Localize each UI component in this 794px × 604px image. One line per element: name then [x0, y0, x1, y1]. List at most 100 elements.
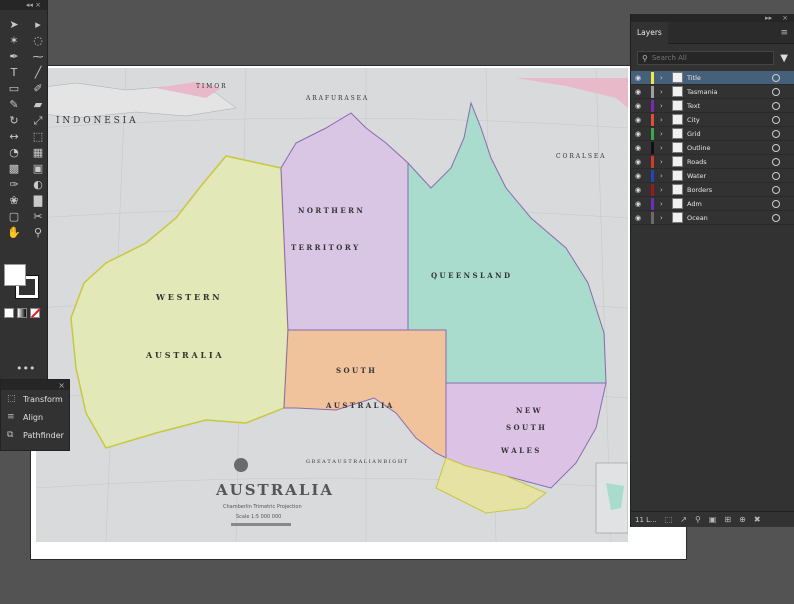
rectangle-icon[interactable]: ▭	[4, 80, 24, 96]
layer-name[interactable]: Borders	[687, 186, 772, 194]
target-circle-icon[interactable]	[772, 101, 780, 110]
eraser-icon[interactable]: ▰	[28, 96, 48, 112]
new-sublayer-icon[interactable]: ⊞	[724, 515, 731, 524]
chevron-right-icon[interactable]: ›	[660, 74, 668, 82]
target-circle-icon[interactable]	[772, 115, 780, 124]
chevron-right-icon[interactable]: ›	[660, 172, 668, 180]
visibility-eye-icon[interactable]: ◉	[631, 88, 645, 96]
clipping-mask-icon[interactable]: ▣	[709, 515, 717, 524]
direct-selection-icon[interactable]: ▸	[28, 16, 48, 32]
column-graph-icon[interactable]: ▇	[28, 192, 48, 208]
target-circle-icon[interactable]	[772, 171, 780, 180]
layer-name[interactable]: Title	[687, 74, 772, 82]
magic-wand-icon[interactable]: ✶	[4, 32, 24, 48]
chevron-right-icon[interactable]: ›	[660, 102, 668, 110]
hand-icon[interactable]: ✋	[4, 224, 24, 240]
layer-name[interactable]: Text	[687, 102, 772, 110]
layer-name[interactable]: City	[687, 116, 772, 124]
mini-panel-header[interactable]: ×	[1, 380, 69, 390]
target-circle-icon[interactable]	[772, 143, 780, 152]
visibility-eye-icon[interactable]: ◉	[631, 214, 645, 222]
layer-row[interactable]: ◉ › Outline	[631, 141, 794, 155]
delete-layer-icon[interactable]: ✖	[754, 515, 761, 524]
transform-panel-button[interactable]: ⬚ Transform	[1, 390, 69, 408]
symbol-sprayer-icon[interactable]: ❀	[4, 192, 24, 208]
artboard-icon[interactable]: ▢	[4, 208, 24, 224]
tools-panel-header[interactable]: ◂◂ ×	[0, 0, 47, 10]
layers-search-box[interactable]: ⚲	[637, 51, 775, 65]
visibility-eye-icon[interactable]: ◉	[631, 130, 645, 138]
layer-row[interactable]: ◉ › Adm	[631, 197, 794, 211]
layer-row[interactable]: ◉ › Text	[631, 99, 794, 113]
layer-name[interactable]: Outline	[687, 144, 772, 152]
layer-name[interactable]: Tasmania	[687, 88, 772, 96]
layer-name[interactable]: Roads	[687, 158, 772, 166]
target-circle-icon[interactable]	[772, 213, 780, 222]
shaper-icon[interactable]: ✎	[4, 96, 24, 112]
chevron-right-icon[interactable]: ›	[660, 88, 668, 96]
visibility-eye-icon[interactable]: ◉	[631, 186, 645, 194]
search-layer-icon[interactable]: ⚲	[695, 515, 701, 524]
panel-menu-icon[interactable]: ≡	[780, 28, 788, 38]
layer-name[interactable]: Adm	[687, 200, 772, 208]
layer-row[interactable]: ◉ › Title	[631, 71, 794, 85]
layer-name[interactable]: Water	[687, 172, 772, 180]
chevron-right-icon[interactable]: ›	[660, 144, 668, 152]
paintbrush-icon[interactable]: ✐	[28, 80, 48, 96]
scale-icon[interactable]: ⤢	[28, 112, 48, 128]
pathfinder-panel-button[interactable]: ⧉ Pathfinder	[1, 426, 69, 444]
visibility-eye-icon[interactable]: ◉	[631, 172, 645, 180]
collapse-icon[interactable]: ▸▸	[765, 14, 772, 22]
australia-map[interactable]: I N D O N E S I A T I M O R A R A F U R …	[36, 68, 628, 542]
target-circle-icon[interactable]	[772, 129, 780, 138]
layer-row[interactable]: ◉ › Grid	[631, 127, 794, 141]
gradient-icon[interactable]: ▣	[28, 160, 48, 176]
filter-icon[interactable]: ▼	[780, 53, 788, 64]
target-circle-icon[interactable]	[772, 73, 780, 82]
layer-row[interactable]: ◉ › City	[631, 113, 794, 127]
perspective-grid-icon[interactable]: ▦	[28, 144, 48, 160]
slice-icon[interactable]: ✂	[28, 208, 48, 224]
target-circle-icon[interactable]	[772, 87, 780, 96]
selection-icon[interactable]: ➤	[4, 16, 24, 32]
pen-icon[interactable]: ✒	[4, 48, 24, 64]
locate-object-icon[interactable]: ⬚	[665, 515, 673, 524]
mesh-icon[interactable]: ▩	[4, 160, 24, 176]
layer-name[interactable]: Ocean	[687, 214, 772, 222]
curvature-icon[interactable]: ⁓	[28, 48, 48, 64]
type-icon[interactable]: T	[4, 64, 24, 80]
shape-builder-icon[interactable]: ◔	[4, 144, 24, 160]
layer-row[interactable]: ◉ › Ocean	[631, 211, 794, 225]
chevron-right-icon[interactable]: ›	[660, 116, 668, 124]
lasso-icon[interactable]: ◌	[28, 32, 48, 48]
blend-icon[interactable]: ◐	[28, 176, 48, 192]
visibility-eye-icon[interactable]: ◉	[631, 102, 645, 110]
visibility-eye-icon[interactable]: ◉	[631, 116, 645, 124]
color-mode-icon[interactable]	[4, 308, 14, 318]
width-icon[interactable]: ↔	[4, 128, 24, 144]
layer-name[interactable]: Grid	[687, 130, 772, 138]
close-icon[interactable]: ×	[782, 14, 788, 22]
free-transform-icon[interactable]: ⬚	[28, 128, 48, 144]
northern-territory-region[interactable]	[280, 112, 409, 331]
chevron-right-icon[interactable]: ›	[660, 158, 668, 166]
fill-swatch[interactable]	[4, 264, 26, 286]
export-icon[interactable]: ↗	[680, 515, 687, 524]
align-panel-button[interactable]: ≡ Align	[1, 408, 69, 426]
layer-row[interactable]: ◉ › Roads	[631, 155, 794, 169]
chevron-right-icon[interactable]: ›	[660, 130, 668, 138]
rotate-icon[interactable]: ↻	[4, 112, 24, 128]
none-mode-icon[interactable]	[30, 308, 41, 318]
eyedropper-icon[interactable]: ✑	[4, 176, 24, 192]
edit-toolbar-icon[interactable]: •••	[16, 362, 35, 375]
layer-row[interactable]: ◉ › Water	[631, 169, 794, 183]
chevron-right-icon[interactable]: ›	[660, 200, 668, 208]
chevron-right-icon[interactable]: ›	[660, 214, 668, 222]
visibility-eye-icon[interactable]: ◉	[631, 200, 645, 208]
chevron-right-icon[interactable]: ›	[660, 186, 668, 194]
target-circle-icon[interactable]	[772, 185, 780, 194]
visibility-eye-icon[interactable]: ◉	[631, 158, 645, 166]
target-circle-icon[interactable]	[772, 157, 780, 166]
layer-row[interactable]: ◉ › Tasmania	[631, 85, 794, 99]
new-layer-icon[interactable]: ⊕	[739, 515, 746, 524]
